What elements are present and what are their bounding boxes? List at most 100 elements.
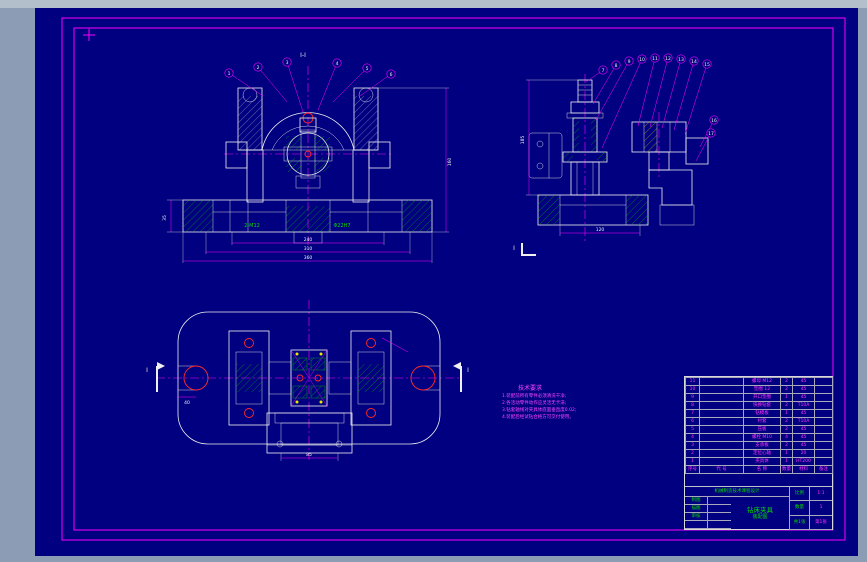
sig-label: 制图 <box>685 497 708 504</box>
bom-cell: 1 <box>780 409 793 418</box>
bom-cell: 9 <box>685 393 700 402</box>
svg-text:8: 8 <box>615 63 618 69</box>
bom-cell: 3 <box>685 441 700 450</box>
bom-cell <box>814 433 833 442</box>
field-value: 1:1 <box>817 491 825 496</box>
bom-cell <box>814 409 833 418</box>
bom-cell: 名 称 <box>743 465 781 474</box>
part-balloon[interactable]: 12 <box>663 53 673 63</box>
dim-text: 35 <box>162 215 168 221</box>
svg-text:5: 5 <box>366 66 369 72</box>
bom-cell: 7 <box>685 409 700 418</box>
bom-cell: 4 <box>685 433 700 442</box>
svg-text:16: 16 <box>711 118 717 124</box>
part-balloon[interactable]: 17 <box>706 128 716 138</box>
svg-text:3: 3 <box>286 60 289 66</box>
bom-cell: 快换钻套 <box>743 401 781 410</box>
bom-cell: 序号 <box>685 465 700 474</box>
part-balloon[interactable]: 5 <box>362 63 372 73</box>
field-label: 比例 <box>790 487 810 501</box>
part-balloon[interactable]: 7 <box>598 65 608 75</box>
bom-cell <box>814 417 833 426</box>
field-label: 共1张 <box>790 515 810 529</box>
tech-requirement-line: 4.装配后经试钻合格方可交付使用。 <box>502 414 574 420</box>
bom-cell <box>699 457 744 466</box>
part-balloon[interactable]: 4 <box>332 58 342 68</box>
part-balloon[interactable]: 2 <box>253 62 263 72</box>
svg-text:17: 17 <box>708 131 714 137</box>
bom-cell <box>814 441 833 450</box>
bom-cell: 螺栓 M10 <box>743 433 781 442</box>
bom-cell: 45 <box>792 433 815 442</box>
bom-cell: 45 <box>792 377 815 386</box>
tech-requirements-title: 技术要求 <box>518 385 543 392</box>
sig-label: 描图 <box>685 505 708 512</box>
bom-cell: 20 <box>792 449 815 458</box>
dim-text: 360 <box>304 255 313 261</box>
dim-text: 160 <box>447 158 453 167</box>
svg-text:14: 14 <box>691 59 697 65</box>
bom-cell <box>699 385 744 394</box>
tech-requirement-line: 3.钻套轴线对夹具体底面垂直度0.02; <box>502 407 577 413</box>
bom-cell: 夹具体 <box>743 457 781 466</box>
tech-requirement-line: 2.各活动零件动作应灵活无卡滞; <box>502 400 567 406</box>
part-balloon[interactable]: 1 <box>224 68 234 78</box>
part-balloon[interactable]: 3 <box>282 57 292 67</box>
bom-cell: 8 <box>685 401 700 410</box>
part-balloon[interactable]: 6 <box>386 69 396 79</box>
bom-cell: 1 <box>780 449 793 458</box>
drawing-title-cell: 钻床夹具 装配图 <box>731 497 790 530</box>
svg-text:I: I <box>467 367 469 374</box>
title-block-lower: 机械制造技术课程设计 制图 描图 审核 钻床夹具 装配图 比例 1:1 数量 1 共… <box>685 486 832 530</box>
part-balloon[interactable]: 15 <box>702 59 712 69</box>
svg-text:9: 9 <box>628 59 631 65</box>
svg-text:I: I <box>513 245 515 252</box>
bom-cell: 2 <box>780 441 793 450</box>
bom-cell <box>699 393 744 402</box>
svg-text:13: 13 <box>678 57 684 63</box>
bom-cell: 代 号 <box>699 465 744 474</box>
svg-text:6: 6 <box>390 72 393 78</box>
svg-text:1: 1 <box>228 71 231 77</box>
bom-cell <box>699 417 744 426</box>
part-balloon[interactable]: 10 <box>637 54 647 64</box>
bom-cell: T10A <box>792 417 815 426</box>
bom-cell: 1 <box>685 457 700 466</box>
dim-text: 120 <box>596 227 605 233</box>
bom-cell: 定位心轴 <box>743 449 781 458</box>
bom-cell: 2 <box>780 385 793 394</box>
bom-cell: 1 <box>780 393 793 402</box>
drawing-subtitle: 装配图 <box>752 514 768 521</box>
part-balloon[interactable]: 14 <box>689 56 699 66</box>
bom-cell: 5 <box>685 425 700 434</box>
svg-text:12: 12 <box>665 56 671 62</box>
field-value: 1 <box>819 505 823 511</box>
bom-cell: 开口垫圈 <box>743 393 781 402</box>
bom-cell <box>699 409 744 418</box>
part-balloon[interactable]: 11 <box>650 53 660 63</box>
bom-cell <box>699 377 744 386</box>
bom-cell <box>814 425 833 434</box>
field-value: 第1张 <box>815 519 827 525</box>
part-balloon[interactable]: 8 <box>611 60 621 70</box>
cad-application-window: { "palette": { "canvas_bg": "#000080", "… <box>0 0 867 562</box>
bom-cell: 备注 <box>814 465 833 474</box>
part-balloon[interactable]: 13 <box>676 54 686 64</box>
bom-cell: 4 <box>780 433 793 442</box>
sig-value <box>708 521 731 528</box>
part-balloon[interactable]: 9 <box>624 56 634 66</box>
svg-text:11: 11 <box>652 56 658 62</box>
svg-text:I: I <box>146 367 148 374</box>
bom-cell <box>699 449 744 458</box>
bom-cell: 2 <box>780 401 793 410</box>
bom-cell: 10 <box>685 385 700 394</box>
bom-cell <box>814 393 833 402</box>
part-balloon[interactable]: 16 <box>709 115 719 125</box>
tech-requirement-line: 1.装配前所有零件必须清洗干净; <box>502 394 567 399</box>
sig-label: 审核 <box>685 513 708 520</box>
section-label: I-I <box>300 52 306 59</box>
dim-text: 85 <box>306 452 312 458</box>
title-block: 11 螺母 M12 2 45 10 垫圈 12 2 45 9 开口垫圈 1 45 8 快换钻套 2 T10A 7… <box>684 376 833 530</box>
bom-cell: 45 <box>792 441 815 450</box>
bom-cell <box>699 441 744 450</box>
